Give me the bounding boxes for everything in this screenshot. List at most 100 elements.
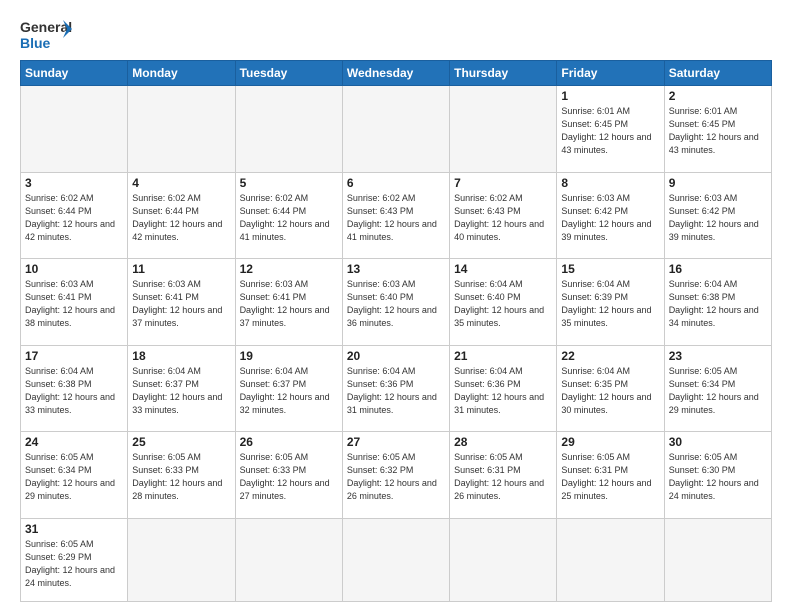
calendar-cell: 4Sunrise: 6:02 AM Sunset: 6:44 PM Daylig…	[128, 172, 235, 259]
day-number: 26	[240, 435, 338, 449]
day-number: 31	[25, 522, 123, 536]
calendar-cell: 15 Sunrise: 6:04 AM Sunset: 6:39 PM Dayli…	[557, 259, 664, 346]
day-number: 14	[454, 262, 552, 276]
day-info: Sunrise: 6:02 AM Sunset: 6:43 PM Dayligh…	[347, 192, 445, 244]
day-info: Sunrise: 6:02 AM Sunset: 6:44 PM Dayligh…	[25, 192, 123, 244]
day-info: Sunrise: 6:03 AM Sunset: 6:42 PM Dayligh…	[561, 192, 659, 244]
day-number: 5	[240, 176, 338, 190]
calendar-cell: 9Sunrise: 6:03 AM Sunset: 6:42 PM Daylig…	[664, 172, 771, 259]
weekday-header-monday: Monday	[128, 61, 235, 86]
day-info: Sunrise: 6:05 AM Sunset: 6:31 PM Dayligh…	[454, 451, 552, 503]
calendar-cell: 13 Sunrise: 6:03 AM Sunset: 6:40 PM Dayli…	[342, 259, 449, 346]
calendar-cell	[342, 518, 449, 601]
day-number: 21	[454, 349, 552, 363]
calendar-cell	[21, 86, 128, 173]
day-info: Sunrise: 6:05 AM Sunset: 6:34 PM Dayligh…	[25, 451, 123, 503]
day-info: Sunrise: 6:03 AM Sunset: 6:40 PM Dayligh…	[347, 278, 445, 330]
calendar-cell: 27Sunrise: 6:05 AM Sunset: 6:32 PM Dayli…	[342, 432, 449, 519]
calendar-cell	[128, 518, 235, 601]
day-number: 23	[669, 349, 767, 363]
day-info: Sunrise: 6:05 AM Sunset: 6:33 PM Dayligh…	[132, 451, 230, 503]
day-info: Sunrise: 6:04 AM Sunset: 6:37 PM Dayligh…	[240, 365, 338, 417]
calendar-cell: 12 Sunrise: 6:03 AM Sunset: 6:41 PM Dayli…	[235, 259, 342, 346]
calendar-cell: 11 Sunrise: 6:03 AM Sunset: 6:41 PM Dayli…	[128, 259, 235, 346]
day-number: 11	[132, 262, 230, 276]
day-number: 2	[669, 89, 767, 103]
weekday-header-sunday: Sunday	[21, 61, 128, 86]
weekday-header-friday: Friday	[557, 61, 664, 86]
day-number: 17	[25, 349, 123, 363]
calendar-cell	[235, 518, 342, 601]
day-number: 18	[132, 349, 230, 363]
weekday-header-wednesday: Wednesday	[342, 61, 449, 86]
calendar-cell: 1 Sunrise: 6:01 AM Sunset: 6:45 PM Daylig…	[557, 86, 664, 173]
day-info: Sunrise: 6:03 AM Sunset: 6:42 PM Dayligh…	[669, 192, 767, 244]
calendar-cell: 26 Sunrise: 6:05 AM Sunset: 6:33 PM Dayli…	[235, 432, 342, 519]
day-number: 12	[240, 262, 338, 276]
calendar-week-row: 31 Sunrise: 6:05 AM Sunset: 6:29 PM Dayli…	[21, 518, 772, 601]
calendar-week-row: 17 Sunrise: 6:04 AM Sunset: 6:38 PM Dayli…	[21, 345, 772, 432]
calendar-cell	[450, 86, 557, 173]
calendar-week-row: 1 Sunrise: 6:01 AM Sunset: 6:45 PM Daylig…	[21, 86, 772, 173]
calendar-cell: 28 Sunrise: 6:05 AM Sunset: 6:31 PM Dayli…	[450, 432, 557, 519]
calendar-cell: 19 Sunrise: 6:04 AM Sunset: 6:37 PM Dayli…	[235, 345, 342, 432]
calendar-cell	[450, 518, 557, 601]
day-info: Sunrise: 6:04 AM Sunset: 6:38 PM Dayligh…	[669, 278, 767, 330]
day-number: 27	[347, 435, 445, 449]
calendar-week-row: 10 Sunrise: 6:03 AM Sunset: 6:41 PM Dayli…	[21, 259, 772, 346]
day-number: 16	[669, 262, 767, 276]
calendar-cell: 29 Sunrise: 6:05 AM Sunset: 6:31 PM Dayli…	[557, 432, 664, 519]
day-info: Sunrise: 6:01 AM Sunset: 6:45 PM Dayligh…	[561, 105, 659, 157]
day-info: Sunrise: 6:05 AM Sunset: 6:33 PM Dayligh…	[240, 451, 338, 503]
day-info: Sunrise: 6:04 AM Sunset: 6:40 PM Dayligh…	[454, 278, 552, 330]
calendar-cell: 14 Sunrise: 6:04 AM Sunset: 6:40 PM Dayli…	[450, 259, 557, 346]
calendar-cell	[235, 86, 342, 173]
calendar-cell	[128, 86, 235, 173]
day-info: Sunrise: 6:04 AM Sunset: 6:38 PM Dayligh…	[25, 365, 123, 417]
day-number: 1	[561, 89, 659, 103]
day-info: Sunrise: 6:03 AM Sunset: 6:41 PM Dayligh…	[240, 278, 338, 330]
day-number: 15	[561, 262, 659, 276]
calendar-cell: 10Sunrise: 6:03 AM Sunset: 6:41 PM Dayli…	[21, 259, 128, 346]
calendar-cell: 16 Sunrise: 6:04 AM Sunset: 6:38 PM Dayli…	[664, 259, 771, 346]
day-info: Sunrise: 6:05 AM Sunset: 6:31 PM Dayligh…	[561, 451, 659, 503]
calendar-cell: 2 Sunrise: 6:01 AM Sunset: 6:45 PM Daylig…	[664, 86, 771, 173]
calendar-cell: 8 Sunrise: 6:03 AM Sunset: 6:42 PM Daylig…	[557, 172, 664, 259]
weekday-header-tuesday: Tuesday	[235, 61, 342, 86]
calendar-cell: 17 Sunrise: 6:04 AM Sunset: 6:38 PM Dayli…	[21, 345, 128, 432]
calendar-cell: 25 Sunrise: 6:05 AM Sunset: 6:33 PM Dayli…	[128, 432, 235, 519]
weekday-header-saturday: Saturday	[664, 61, 771, 86]
day-number: 19	[240, 349, 338, 363]
day-number: 7	[454, 176, 552, 190]
day-number: 28	[454, 435, 552, 449]
weekday-header-row: SundayMondayTuesdayWednesdayThursdayFrid…	[21, 61, 772, 86]
calendar-week-row: 3Sunrise: 6:02 AM Sunset: 6:44 PM Daylig…	[21, 172, 772, 259]
logo-svg: General Blue	[20, 16, 72, 54]
day-number: 10	[25, 262, 123, 276]
day-info: Sunrise: 6:05 AM Sunset: 6:30 PM Dayligh…	[669, 451, 767, 503]
day-info: Sunrise: 6:01 AM Sunset: 6:45 PM Dayligh…	[669, 105, 767, 157]
calendar-cell: 31 Sunrise: 6:05 AM Sunset: 6:29 PM Dayli…	[21, 518, 128, 601]
calendar-cell: 21 Sunrise: 6:04 AM Sunset: 6:36 PM Dayli…	[450, 345, 557, 432]
day-number: 25	[132, 435, 230, 449]
calendar-week-row: 24Sunrise: 6:05 AM Sunset: 6:34 PM Dayli…	[21, 432, 772, 519]
day-number: 30	[669, 435, 767, 449]
calendar-table: SundayMondayTuesdayWednesdayThursdayFrid…	[20, 60, 772, 602]
day-number: 8	[561, 176, 659, 190]
calendar-cell: 23 Sunrise: 6:05 AM Sunset: 6:34 PM Dayli…	[664, 345, 771, 432]
day-info: Sunrise: 6:05 AM Sunset: 6:34 PM Dayligh…	[669, 365, 767, 417]
day-info: Sunrise: 6:04 AM Sunset: 6:36 PM Dayligh…	[454, 365, 552, 417]
day-number: 6	[347, 176, 445, 190]
day-number: 20	[347, 349, 445, 363]
day-info: Sunrise: 6:03 AM Sunset: 6:41 PM Dayligh…	[132, 278, 230, 330]
day-number: 29	[561, 435, 659, 449]
svg-text:Blue: Blue	[20, 35, 51, 51]
day-info: Sunrise: 6:04 AM Sunset: 6:39 PM Dayligh…	[561, 278, 659, 330]
day-number: 13	[347, 262, 445, 276]
calendar-cell: 5Sunrise: 6:02 AM Sunset: 6:44 PM Daylig…	[235, 172, 342, 259]
day-info: Sunrise: 6:05 AM Sunset: 6:29 PM Dayligh…	[25, 538, 123, 590]
day-info: Sunrise: 6:04 AM Sunset: 6:36 PM Dayligh…	[347, 365, 445, 417]
day-info: Sunrise: 6:02 AM Sunset: 6:44 PM Dayligh…	[132, 192, 230, 244]
calendar-cell: 30 Sunrise: 6:05 AM Sunset: 6:30 PM Dayli…	[664, 432, 771, 519]
day-info: Sunrise: 6:02 AM Sunset: 6:43 PM Dayligh…	[454, 192, 552, 244]
